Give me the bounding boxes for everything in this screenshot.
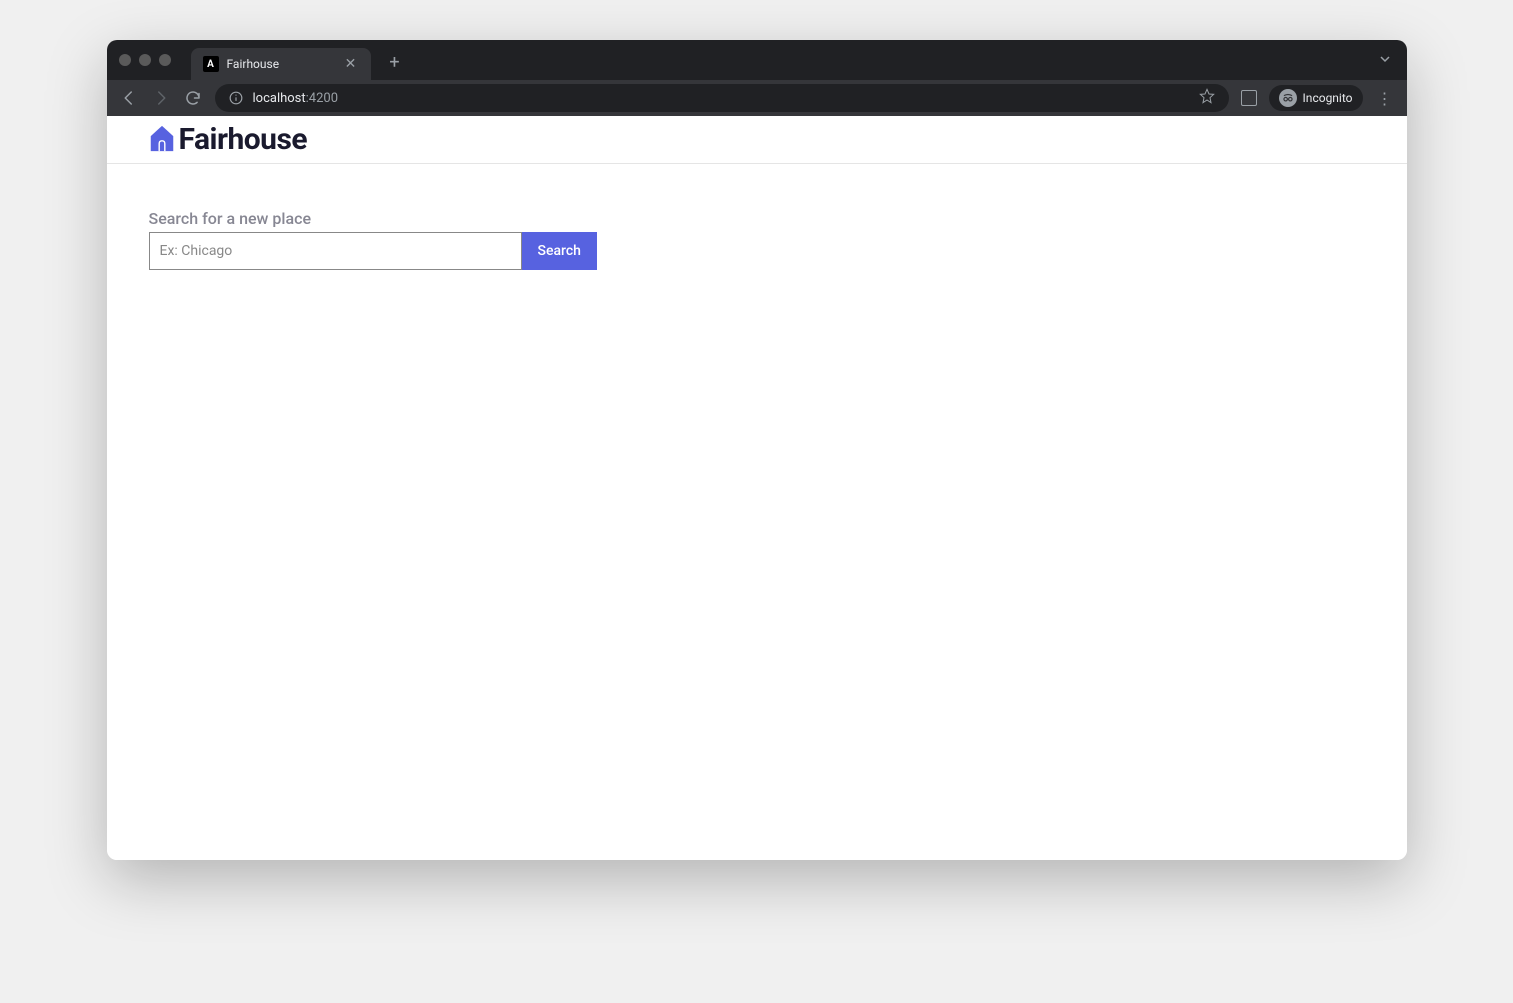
search-button[interactable]: Search: [522, 232, 597, 270]
bookmark-star-icon[interactable]: [1199, 88, 1215, 108]
url-port: :4200: [306, 91, 338, 106]
tab-favicon: A: [203, 56, 219, 72]
search-section: Search for a new place Search: [107, 164, 1407, 315]
page-content: Fairhouse Search for a new place Search: [107, 116, 1407, 860]
url-bar[interactable]: localhost:4200: [215, 84, 1229, 112]
browser-right-controls: Incognito ⋮: [1241, 85, 1395, 111]
tab-close-button[interactable]: ✕: [343, 56, 359, 72]
browser-menu-button[interactable]: ⋮: [1375, 89, 1395, 108]
browser-tab-bar: A Fairhouse ✕ +: [107, 40, 1407, 80]
nav-back-button[interactable]: [119, 88, 139, 108]
tab-title: Fairhouse: [227, 57, 335, 71]
app-header: Fairhouse: [107, 116, 1407, 164]
nav-reload-button[interactable]: [183, 88, 203, 108]
app-logo[interactable]: Fairhouse: [147, 122, 308, 157]
house-icon: [147, 123, 177, 157]
window-close-button[interactable]: [119, 54, 131, 66]
tabs-overflow-button[interactable]: [1375, 49, 1395, 72]
search-label: Search for a new place: [149, 209, 1365, 228]
browser-address-bar: localhost:4200 Incognito ⋮: [107, 80, 1407, 116]
site-info-icon[interactable]: [229, 91, 243, 105]
brand-name: Fairhouse: [179, 122, 308, 157]
window-maximize-button[interactable]: [159, 54, 171, 66]
search-input[interactable]: [149, 232, 522, 270]
search-row: Search: [149, 232, 1365, 270]
window-minimize-button[interactable]: [139, 54, 151, 66]
incognito-icon: [1279, 89, 1297, 107]
nav-forward-button[interactable]: [151, 88, 171, 108]
incognito-badge[interactable]: Incognito: [1269, 85, 1363, 111]
browser-window: A Fairhouse ✕ + localhost:4200: [107, 40, 1407, 860]
url-text: localhost:4200: [253, 91, 1189, 106]
window-controls: [119, 54, 171, 66]
incognito-label: Incognito: [1303, 91, 1353, 105]
browser-tab[interactable]: A Fairhouse ✕: [191, 48, 371, 80]
extensions-icon[interactable]: [1241, 90, 1257, 106]
new-tab-button[interactable]: +: [383, 50, 407, 74]
url-host: localhost: [253, 91, 306, 106]
